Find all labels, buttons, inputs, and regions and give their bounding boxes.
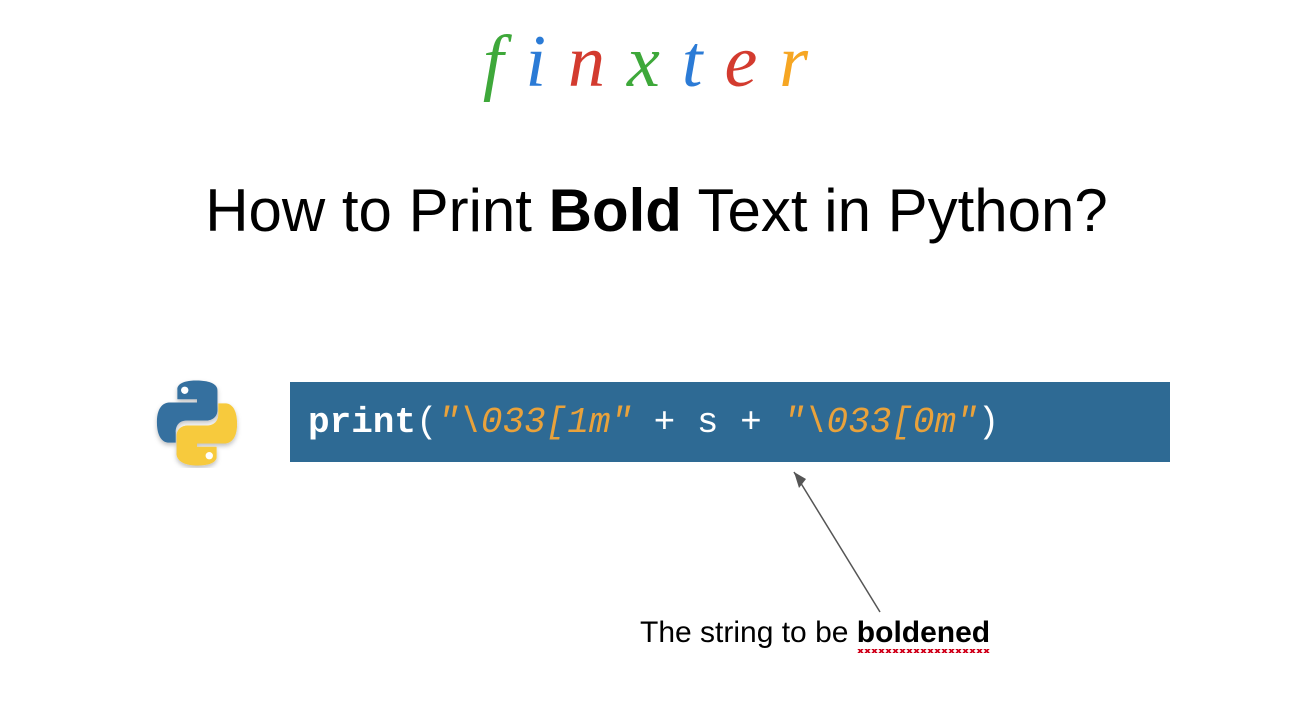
logo-letter: f	[483, 20, 526, 105]
title-suffix: Text in Python?	[682, 177, 1108, 244]
annotation-arrow-icon	[780, 464, 900, 624]
code-keyword: print	[308, 402, 416, 443]
code-string-2: "\033[0m"	[783, 402, 977, 443]
annotation-prefix: The string to be	[640, 616, 857, 649]
python-icon	[152, 378, 242, 468]
logo: finxter	[483, 20, 830, 105]
logo-letter: n	[568, 20, 627, 105]
code-open-paren: (	[416, 402, 438, 443]
annotation-text: The string to be boldened	[640, 616, 990, 650]
code-close-paren: )	[978, 402, 1000, 443]
code-operator: + s +	[632, 402, 783, 443]
code-string-1: "\033[1m"	[438, 402, 632, 443]
title-bold-word: Bold	[549, 177, 682, 244]
annotation-bold-word: boldened	[857, 616, 990, 649]
logo-letter: t	[682, 20, 725, 105]
page-title: How to Print Bold Text in Python?	[0, 176, 1313, 245]
logo-letter: r	[779, 20, 830, 105]
title-prefix: How to Print	[205, 177, 548, 244]
logo-letter: e	[724, 20, 779, 105]
logo-letter: i	[525, 20, 568, 105]
logo-letter: x	[627, 20, 682, 105]
code-example: print("\033[1m" + s + "\033[0m")	[290, 382, 1170, 462]
